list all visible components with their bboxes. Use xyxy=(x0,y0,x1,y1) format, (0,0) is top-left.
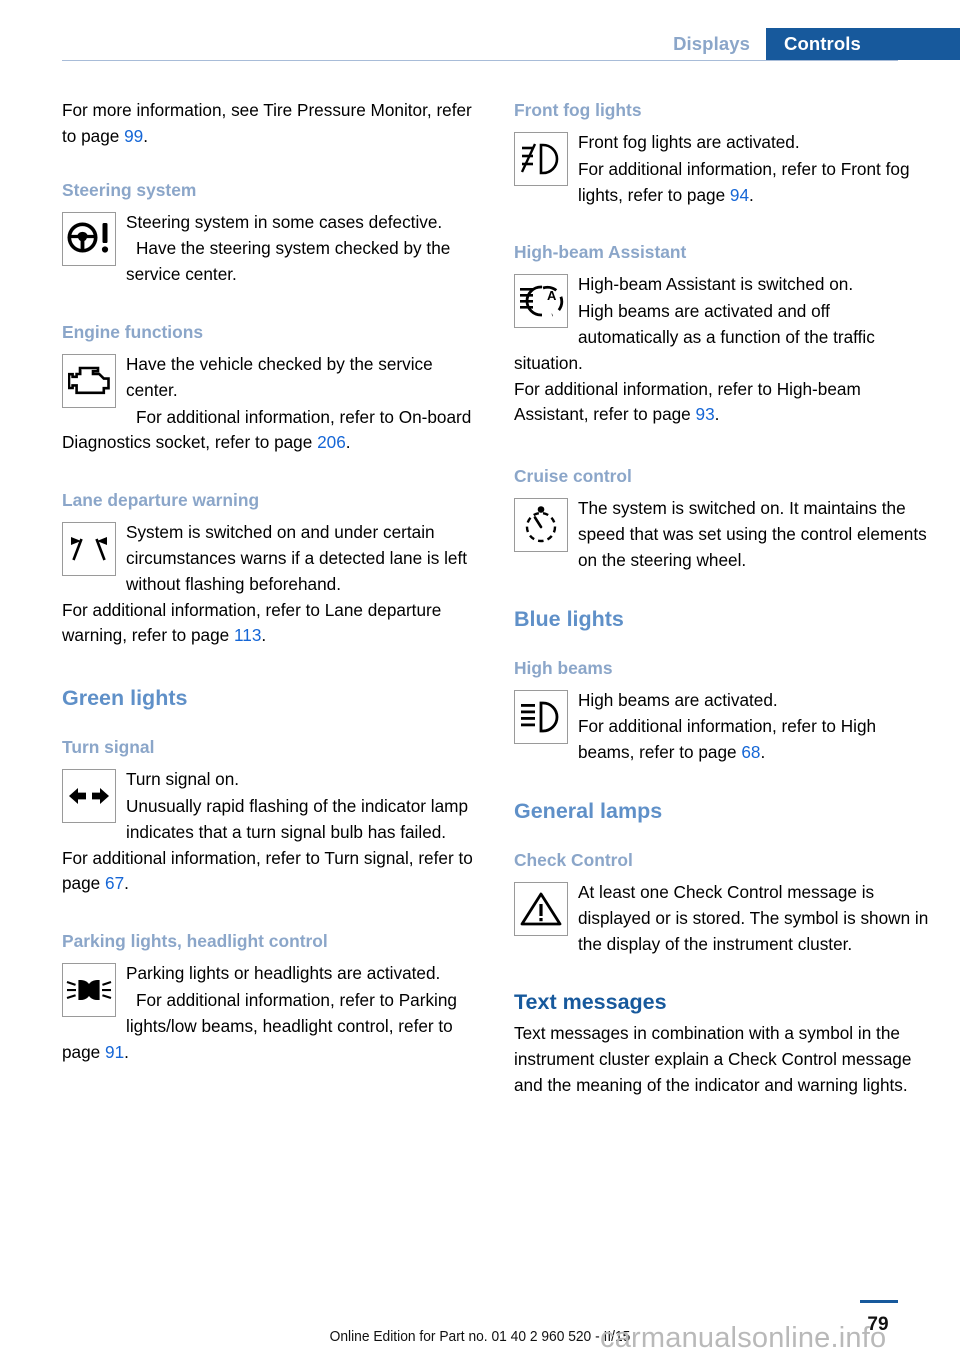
parking-lights-icon xyxy=(62,963,116,1018)
high-beam-icon xyxy=(514,689,568,744)
high-beams-line-2-after: . xyxy=(760,742,766,763)
turn-signal-block: Turn signal on. Unusually rapid flashing… xyxy=(62,767,482,845)
heading-engine-functions: Engine functions xyxy=(62,321,204,342)
lane-line-2: For additional information, refer to Lan… xyxy=(62,598,482,650)
turn-signal-line-2: Unusually rapid flashing of the indicato… xyxy=(126,795,469,842)
heading-steering-system: Steering system xyxy=(62,179,197,200)
tab-displays[interactable]: Displays xyxy=(657,28,766,60)
tab-displays-label: Displays xyxy=(673,32,750,54)
high-beam-assistant-glyph: A xyxy=(520,285,564,317)
front-fog-line-2-after: . xyxy=(749,184,754,205)
turn-signal-line-3: For additional information, refer to Tur… xyxy=(62,846,482,898)
turn-signal-line-1: Turn signal on. xyxy=(126,769,240,790)
engine-line-2-before: For additional information, refer to On-… xyxy=(62,406,472,453)
high-beams-block: High beams are activated. For additional… xyxy=(514,688,934,766)
section-tabs: Displays Controls xyxy=(657,28,960,60)
hba-line-2: High beams are activated and off automat… xyxy=(514,301,875,373)
intro-paragraph: For more information, see Tire Pressure … xyxy=(62,98,482,150)
lane-departure-block: System is switched on and under certain … xyxy=(62,520,482,597)
cruise-control-block: The system is switched on. It maintains … xyxy=(514,496,934,573)
watermark: carmanualsonline.info xyxy=(600,1322,887,1354)
engine-line-2-after: . xyxy=(345,432,351,453)
lane-line-1: System is switched on and under certain … xyxy=(126,522,468,594)
page-header: Displays Controls xyxy=(0,0,960,72)
page-link-93[interactable]: 93 xyxy=(696,404,715,424)
steering-line-2: Have the steering system checked by the … xyxy=(126,238,451,285)
steering-system-block: Steering system in some cases defective.… xyxy=(62,210,482,288)
lane-departure-glyph xyxy=(71,537,107,561)
page-link-94[interactable]: 94 xyxy=(730,185,749,205)
heading-lane-departure-warning: Lane departure warning xyxy=(62,490,260,511)
right-column: Front fog lights Front fog lights are ac… xyxy=(514,98,934,1099)
heading-blue-lights: Blue lights xyxy=(514,606,624,631)
steering-wheel-warning-glyph xyxy=(67,222,109,253)
cruise-control-gauge-icon xyxy=(514,498,568,553)
hba-line-3: For additional information, refer to Hig… xyxy=(514,377,934,429)
heading-cruise-control: Cruise control xyxy=(514,466,632,487)
high-beams-line-2: For additional information, refer to Hig… xyxy=(514,714,934,766)
turn-signal-line-3-after: . xyxy=(124,873,129,894)
page-link-68[interactable]: 68 xyxy=(741,742,760,762)
parking-lights-line-2-after: . xyxy=(124,1041,129,1062)
high-beams-line-2-before: For additional information, refer to Hig… xyxy=(578,716,877,763)
cruise-control-glyph xyxy=(525,506,557,543)
check-control-line-1: At least one Check Control message is di… xyxy=(578,881,929,954)
page-link-206[interactable]: 206 xyxy=(317,432,346,452)
parking-lights-line-1: Parking lights or headlights are activat… xyxy=(126,963,441,984)
turn-signal-glyph xyxy=(69,788,109,805)
hba-line-3-before: For additional information, refer to Hig… xyxy=(514,378,861,425)
lane-departure-warning-icon xyxy=(62,522,116,577)
page-link-91[interactable]: 91 xyxy=(105,1042,124,1062)
front-fog-line-1: Front fog lights are activated. xyxy=(578,132,800,152)
hba-line-1: High-beam Assistant is switched on. xyxy=(578,274,854,295)
check-control-block: At least one Check Control message is di… xyxy=(514,880,934,957)
high-beam-assistant-icon: A xyxy=(514,274,568,329)
cruise-control-line-1: The system is switched on. It maintains … xyxy=(578,498,927,570)
header-divider xyxy=(62,60,898,61)
page-link-99[interactable]: 99 xyxy=(124,126,143,146)
tab-controls-label: Controls xyxy=(784,32,861,54)
left-column: For more information, see Tire Pressure … xyxy=(62,98,482,1065)
heading-front-fog-lights: Front fog lights xyxy=(514,100,642,120)
lane-line-2-after: . xyxy=(261,625,267,646)
engine-functions-block: Have the vehicle checked by the service … xyxy=(62,352,482,456)
heading-general-lamps: General lamps xyxy=(514,798,663,823)
high-beam-assistant-block: A High-beam Assistant is switched on. Hi… xyxy=(514,272,934,376)
parking-lights-block: Parking lights or headlights are activat… xyxy=(62,961,482,1065)
high-beam-glyph xyxy=(521,701,559,732)
tab-controls[interactable]: Controls xyxy=(766,28,960,60)
heading-check-control: Check Control xyxy=(514,849,633,870)
engine-check-glyph xyxy=(68,366,110,395)
engine-line-1: Have the vehicle checked by the service … xyxy=(126,353,433,400)
hba-line-3-after: . xyxy=(714,404,720,425)
svg-text:A: A xyxy=(547,288,557,303)
front-fog-light-glyph xyxy=(520,143,559,175)
parking-lights-glyph xyxy=(66,980,112,1001)
heading-parking-lights: Parking lights, headlight control xyxy=(62,931,328,952)
steering-line-1: Steering system in some cases defective. xyxy=(126,211,443,232)
front-fog-light-icon xyxy=(514,132,568,186)
high-beams-line-1: High beams are activated. xyxy=(578,689,778,710)
warning-triangle-icon xyxy=(514,881,568,936)
front-fog-lights-block: Front fog lights are activated. For addi… xyxy=(514,130,934,208)
engine-line-2: For additional information, refer to On-… xyxy=(62,405,482,457)
text-messages-body: Text messages in combination with a symb… xyxy=(514,1023,912,1095)
heading-green-lights: Green lights xyxy=(62,686,188,711)
intro-text-after: . xyxy=(143,125,149,146)
heading-high-beams: High beams xyxy=(514,657,613,678)
page-link-113[interactable]: 113 xyxy=(234,625,261,645)
heading-text-messages: Text messages xyxy=(514,990,667,1015)
front-fog-line-2: For additional information, refer to Fro… xyxy=(514,157,934,209)
turn-signal-arrows-icon xyxy=(62,769,116,824)
parking-lights-line-2: For additional information, refer to Par… xyxy=(62,988,482,1065)
page-link-67[interactable]: 67 xyxy=(105,873,124,893)
warning-triangle-glyph xyxy=(520,892,562,926)
steering-wheel-warning-icon xyxy=(62,211,116,266)
footer-divider xyxy=(860,1300,898,1303)
engine-check-icon xyxy=(62,353,116,408)
heading-high-beam-assistant: High-beam Assistant xyxy=(514,242,687,263)
heading-turn-signal: Turn signal xyxy=(62,737,155,758)
